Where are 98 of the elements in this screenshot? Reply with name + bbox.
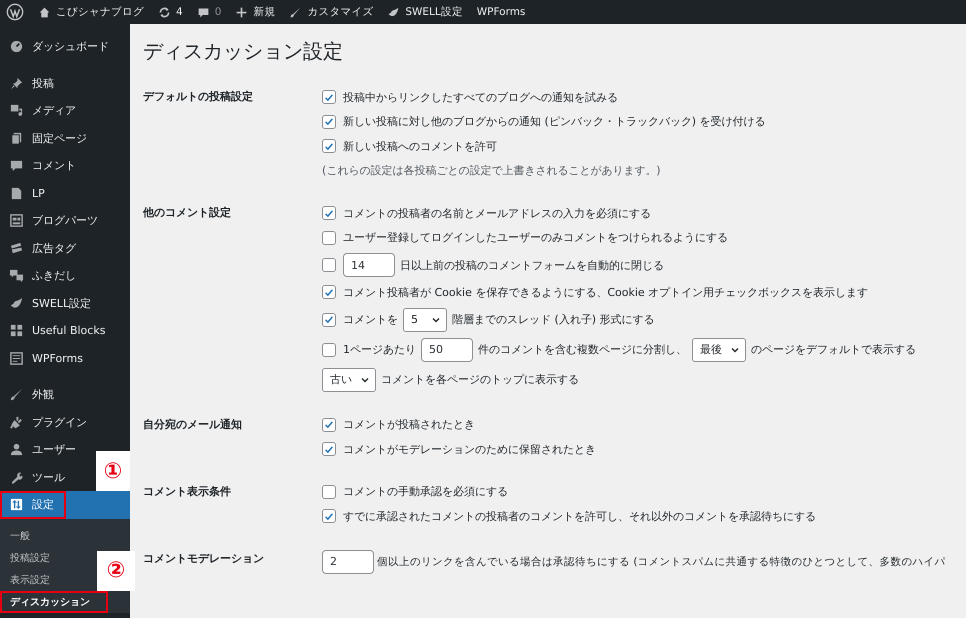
menu-item[interactable]: LP <box>0 180 49 207</box>
annotation-number: ② <box>97 550 135 590</box>
option-label: 1ページあたり <box>343 342 416 357</box>
menu-item[interactable]: 広告タグ <box>0 234 80 262</box>
checkbox[interactable] <box>322 312 336 326</box>
menu-item[interactable]: Useful Blocks <box>0 317 110 344</box>
plug-icon <box>9 414 24 430</box>
brush-icon <box>9 387 24 402</box>
section-label: コメントモデレーション <box>143 550 265 566</box>
wrench-icon <box>9 470 24 485</box>
submenu-item[interactable]: ディスカッション <box>10 594 90 608</box>
checkbox[interactable] <box>322 206 336 220</box>
option-label: すでに承認されたコメントの投稿者のコメントを許可し、それ以外のコメントを承認待ちにする <box>343 508 816 524</box>
menu-item[interactable]: 投稿 <box>0 70 58 97</box>
user-icon <box>9 442 24 458</box>
menu-item[interactable]: ユーザー <box>0 436 80 464</box>
description-text: (これらの設定は各投稿ごとの設定で上書きされることがあります。) <box>322 163 661 178</box>
submenu-item[interactable]: 表示設定 <box>10 572 50 586</box>
refresh-icon[interactable] <box>158 6 171 18</box>
option-label: 新しい投稿へのコメントを許可 <box>343 138 497 154</box>
brush-icon[interactable] <box>289 6 302 18</box>
dropdown[interactable]: 最後 <box>692 338 746 362</box>
section-label: 他のコメント設定 <box>143 205 232 221</box>
menu-item[interactable]: ブログパーツ <box>0 207 102 234</box>
toolbar-link[interactable]: カスタマイズ <box>307 5 374 19</box>
option-label: 投稿中からリンクしたすべてのブログへの通知を試みる <box>343 90 618 105</box>
option-label: コメント投稿者が Cookie を保存できるようにする、Cookie オプトイン用チェックボックスを表示します <box>343 284 868 300</box>
speech-bubble-icon <box>9 158 24 174</box>
checkbox[interactable] <box>322 442 336 456</box>
sliders-icon <box>9 497 24 512</box>
menu-item[interactable]: 固定ページ <box>0 124 91 152</box>
option-label: 階層までのスレッド (入れ子) 形式にする <box>452 312 655 327</box>
menu-item[interactable]: ふきだし <box>0 262 80 290</box>
checkbox[interactable] <box>322 114 336 129</box>
tags-icon <box>9 240 24 256</box>
layout-icon <box>9 213 24 228</box>
annotation-frame <box>0 491 66 518</box>
option-label: コメントを <box>343 312 398 327</box>
wordpress-logo-icon[interactable] <box>6 3 24 21</box>
dropdown[interactable]: 5 <box>403 308 447 332</box>
option-label: コメントを各ページのトップに表示する <box>381 372 579 387</box>
option-label: 個以上のリンクを含んでいる場合は承認待ちにする (コメントスパムに共通する特徴のひとつとして、多数のハイパ <box>377 554 946 568</box>
pages-icon <box>9 130 24 146</box>
house-icon[interactable] <box>38 6 51 18</box>
menu-item[interactable]: 外観 <box>0 381 58 408</box>
checkbox[interactable] <box>322 139 336 154</box>
speech-bubble-icon[interactable] <box>196 6 210 18</box>
menu-item[interactable]: WPForms <box>0 344 87 372</box>
section-label: 自分宛のメール通知 <box>143 416 243 432</box>
document-icon <box>9 186 24 201</box>
option-label: コメントが投稿されたとき <box>343 417 475 432</box>
menu-item[interactable]: ダッシュボード <box>0 33 113 60</box>
section-label: コメント表示条件 <box>143 484 232 500</box>
toolbar-link[interactable]: 新規 <box>253 5 276 19</box>
menu-item[interactable]: プラグイン <box>0 408 91 436</box>
form-icon <box>9 350 24 366</box>
number-field[interactable]: 2 <box>322 550 374 574</box>
number-field[interactable]: 50 <box>421 338 473 362</box>
option-label: コメントの手動承認を必須にする <box>343 484 508 500</box>
dropdown[interactable]: 古い <box>322 368 376 392</box>
speech-bubbles-icon <box>9 268 24 284</box>
menu-item[interactable]: コメント <box>0 152 80 180</box>
option-label: 日以上前の投稿のコメントフォームを自動的に閉じる <box>400 258 664 272</box>
media-icon <box>9 103 24 118</box>
checkbox[interactable] <box>322 285 336 300</box>
option-label: 新しい投稿に対し他のブログからの通知 (ピンバック・トラックバック) を受け付ける <box>343 114 766 130</box>
menu-item[interactable]: ツール <box>0 464 69 491</box>
gauge-icon <box>9 39 24 54</box>
option-label: のページをデフォルトで表示する <box>751 342 916 357</box>
annotation-number: ① <box>96 451 130 491</box>
toolbar-link[interactable]: 0 <box>214 6 222 18</box>
checkbox[interactable] <box>322 342 336 356</box>
menu-item[interactable]: 設定 <box>0 491 130 518</box>
checkbox[interactable] <box>322 509 336 524</box>
checkbox[interactable] <box>322 90 336 104</box>
submenu-item[interactable]: 一般 <box>10 528 30 542</box>
grid-icon <box>9 323 24 338</box>
toolbar-link[interactable]: こびシャナブログ <box>56 5 144 19</box>
number-field[interactable]: 14 <box>343 253 395 277</box>
toolbar-link[interactable]: 4 <box>176 6 183 18</box>
checkbox[interactable] <box>322 230 336 245</box>
page-title: ディスカッション設定 <box>143 38 344 65</box>
submenu-item[interactable]: 投稿設定 <box>10 550 50 564</box>
toolbar-link[interactable]: SWELL設定 <box>405 5 463 19</box>
section-label: デフォルトの投稿設定 <box>143 89 254 105</box>
plus-icon[interactable] <box>235 6 248 18</box>
option-label: 件のコメントを含む複数ページに分割し、 <box>478 342 687 357</box>
menu-item[interactable]: SWELL設定 <box>0 290 96 317</box>
option-label: コメントがモデレーションのために保留されたとき <box>343 442 596 457</box>
option-label: ユーザー登録してログインしたユーザーのみコメントをつけられるようにする <box>343 230 728 246</box>
checkbox[interactable] <box>322 418 336 432</box>
checkbox[interactable] <box>322 484 336 499</box>
pin-icon <box>9 76 24 91</box>
menu-item[interactable]: メディア <box>0 97 80 124</box>
option-label: コメントの投稿者の名前とメールアドレスの入力を必須にする <box>343 206 651 221</box>
checkbox[interactable] <box>322 258 336 272</box>
toolbar-link[interactable]: WPForms <box>476 6 526 18</box>
leaf-icon[interactable] <box>387 6 400 18</box>
